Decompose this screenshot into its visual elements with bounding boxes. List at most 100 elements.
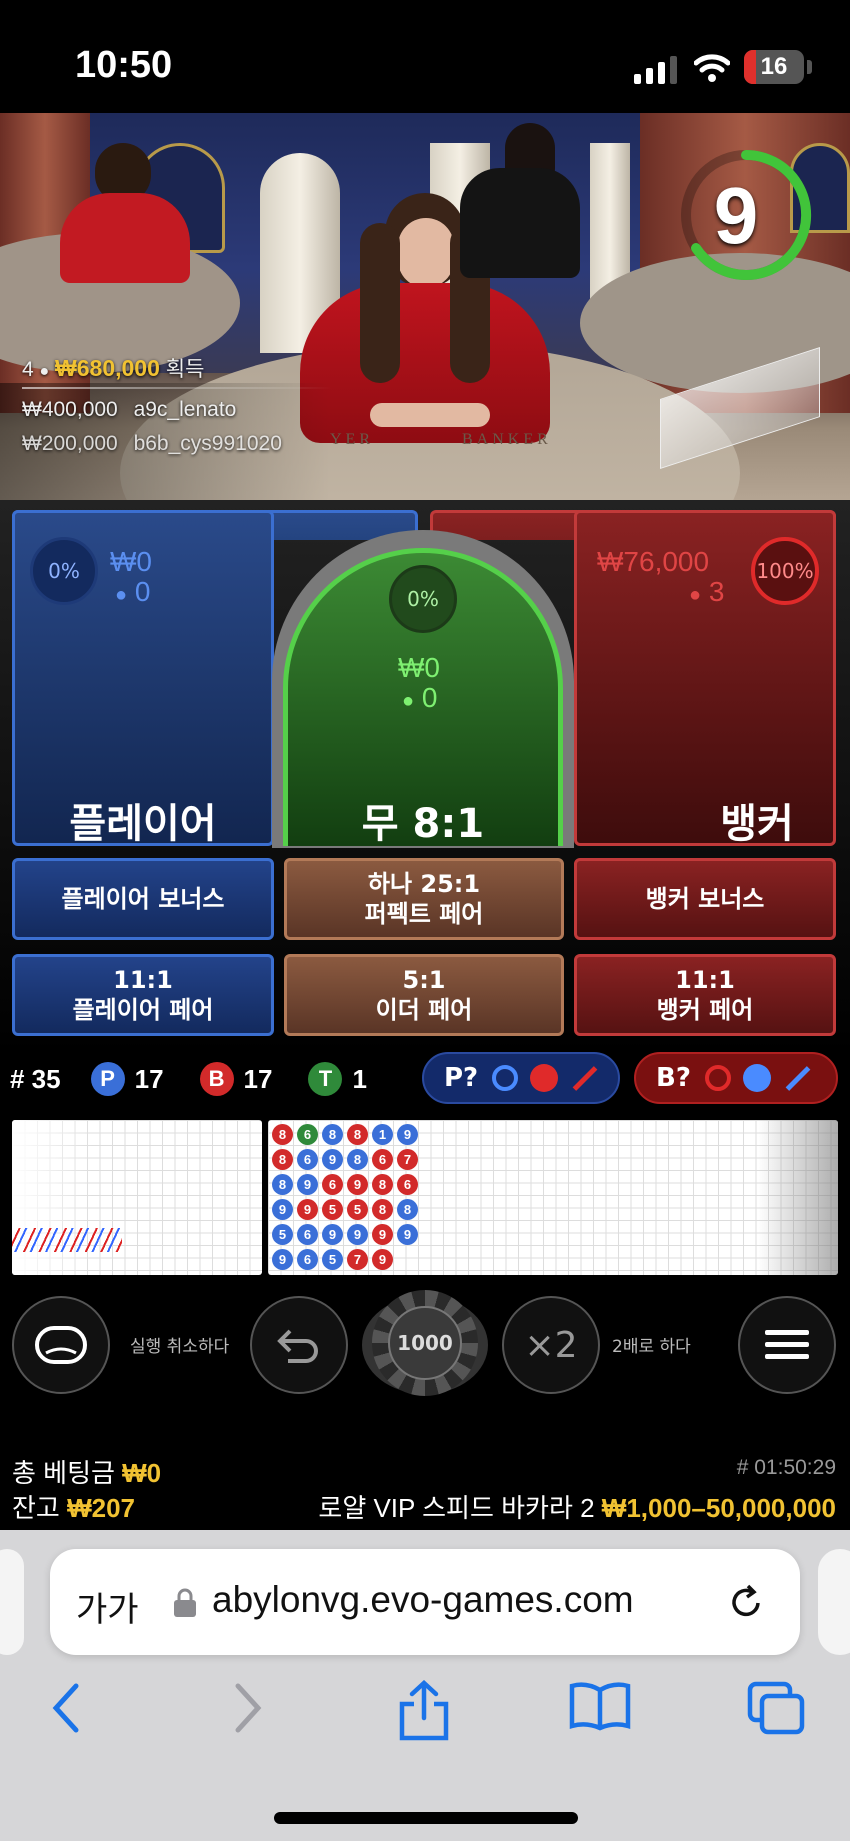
menu-button[interactable] — [738, 1296, 836, 1394]
undo-icon — [277, 1329, 318, 1363]
winner-count: 4 — [22, 358, 34, 381]
battery-icon: 16 — [744, 50, 804, 84]
tie-letter-icon: T — [308, 1062, 343, 1096]
banker-predict-button[interactable]: B? — [634, 1052, 838, 1104]
tie-bet-spot[interactable]: 0% ₩0 ● 0 무 8:1 — [283, 548, 563, 847]
tie-percent: 0% — [389, 565, 457, 633]
balance-value: ₩207 — [67, 1493, 135, 1523]
winner-row: ₩200,000 b6b_cys991020 — [22, 432, 282, 456]
back-icon[interactable] — [48, 1680, 84, 1736]
tie-bet-amount: ₩0 — [398, 652, 440, 683]
total-bet-value: ₩0 — [122, 1458, 162, 1488]
total-bet-label: 총 베팅금 — [12, 1458, 115, 1488]
bead-road-cell: 9 — [272, 1249, 293, 1270]
bead-road-cell: 6 — [322, 1174, 343, 1195]
next-tab-peek[interactable] — [818, 1549, 850, 1655]
tabs-icon[interactable] — [746, 1680, 806, 1736]
person-icon: ● — [402, 690, 415, 712]
cellular-signal-icon — [634, 56, 677, 84]
bead-road-cell: 9 — [397, 1224, 418, 1245]
person-icon: ● — [115, 584, 128, 606]
reload-icon[interactable] — [726, 1583, 766, 1623]
bead-road-cell: 9 — [322, 1149, 343, 1170]
player-pair-button[interactable]: 11:1 플레이어 페어 — [12, 954, 274, 1036]
round-id: # 01:50:29 — [736, 1456, 836, 1479]
win-summary: 4 ● ₩680,000 획득 — [22, 353, 204, 383]
undo-button[interactable] — [250, 1296, 348, 1394]
win-divider — [22, 387, 332, 389]
player-win-count: 17 — [134, 1063, 164, 1094]
home-indicator — [274, 1812, 578, 1824]
bead-road-cell: 7 — [347, 1249, 368, 1270]
banker-label: 뱅커 — [720, 801, 794, 847]
player-bonus-button[interactable]: 플레이어 보너스 — [12, 858, 274, 940]
bead-road-cell: 9 — [297, 1199, 318, 1220]
bead-road-cell: 7 — [397, 1149, 418, 1170]
cockroach-icon — [785, 1065, 811, 1091]
big-eye-icon — [492, 1065, 519, 1091]
bead-road-cell: 8 — [347, 1149, 368, 1170]
url-text: abylonvg.evo-games.com — [212, 1579, 634, 1620]
player-bet-amount: ₩0 — [110, 546, 152, 577]
bet-limits: ₩1,000–50,000,000 — [601, 1493, 836, 1523]
bead-road-cell: 1 — [372, 1124, 393, 1145]
banker-bonus-button[interactable]: 뱅커 보너스 — [574, 858, 836, 940]
previous-tab-peek[interactable] — [0, 1549, 24, 1655]
bead-road-cell: 5 — [322, 1249, 343, 1270]
bead-road-cell: 6 — [297, 1249, 318, 1270]
tie-count: 1 — [352, 1063, 367, 1094]
player-percent: 0% — [30, 537, 98, 605]
bead-road-cell: 9 — [372, 1249, 393, 1270]
player-letter-icon: P — [90, 1062, 125, 1096]
bead-road-cell: 6 — [297, 1149, 318, 1170]
bead-road-cell: 9 — [322, 1224, 343, 1245]
bead-road-cell: 9 — [297, 1174, 318, 1195]
win-label: 획득 — [165, 358, 205, 381]
either-pair-button[interactable]: 5:1 이더 페어 — [284, 954, 564, 1036]
double-button[interactable]: ×2 — [502, 1296, 600, 1394]
chip-selector[interactable]: 1000 — [372, 1290, 478, 1396]
wifi-icon — [694, 54, 730, 82]
bead-road-cell: 6 — [297, 1124, 318, 1145]
banker-pair-button[interactable]: 11:1 뱅커 페어 — [574, 954, 836, 1036]
derived-roads[interactable] — [12, 1120, 262, 1275]
banker-bet-count: 3 — [708, 576, 725, 607]
forward-icon[interactable] — [230, 1680, 266, 1736]
player-bet-spot[interactable]: 0% ₩0 ● 0 플레이어 — [12, 510, 274, 847]
bead-road-cell: 8 — [397, 1199, 418, 1220]
winner-amount: ₩200,000 — [22, 432, 118, 455]
text-size-button[interactable]: 가가 — [76, 1582, 139, 1631]
bead-road-cell: 9 — [347, 1174, 368, 1195]
share-icon[interactable] — [396, 1680, 452, 1742]
menu-icon — [765, 1330, 809, 1359]
perfect-pair-button[interactable]: 하나 25:1 퍼펙트 페어 — [284, 858, 564, 940]
chat-button[interactable] — [12, 1296, 110, 1394]
lock-icon — [174, 1588, 196, 1617]
big-eye-icon — [704, 1065, 731, 1091]
small-road-icon — [742, 1064, 771, 1092]
chat-icon — [35, 1326, 87, 1364]
tie-label: 무 8:1 — [361, 801, 485, 847]
status-bar: 10:50 16 — [0, 0, 850, 113]
round-count: # 35 — [10, 1063, 61, 1094]
banker-bet-spot[interactable]: ₩76,000 ● 3 100% 뱅커 — [574, 510, 836, 847]
winner-name: a9c_lenato — [133, 398, 237, 421]
bookmarks-icon[interactable] — [568, 1680, 632, 1732]
win-total: ₩680,000 — [55, 355, 160, 381]
round-stats: # 35 P 17 B 17 T 1 — [10, 1062, 367, 1096]
person-icon: ● — [689, 584, 702, 606]
undo-label: 실행 취소하다 — [130, 1337, 230, 1357]
player-predict-button[interactable]: P? — [422, 1052, 620, 1104]
winner-name: b6b_cys991020 — [133, 432, 282, 455]
bead-road-cell: 5 — [272, 1224, 293, 1245]
banker-percent: 100% — [751, 537, 819, 605]
bead-road-cell: 9 — [272, 1199, 293, 1220]
address-bar[interactable]: 가가 abylonvg.evo-games.com — [50, 1549, 800, 1655]
clock: 10:50 — [75, 44, 173, 86]
player-label: 플레이어 — [69, 801, 217, 847]
bead-road[interactable]: 86881986986789698699558856999996579 — [268, 1120, 838, 1275]
battery-tip — [807, 60, 812, 74]
winner-row: ₩400,000 a9c_lenato — [22, 398, 236, 422]
banker-bet-amount: ₩76,000 — [597, 546, 710, 577]
bead-road-cell: 6 — [372, 1149, 393, 1170]
